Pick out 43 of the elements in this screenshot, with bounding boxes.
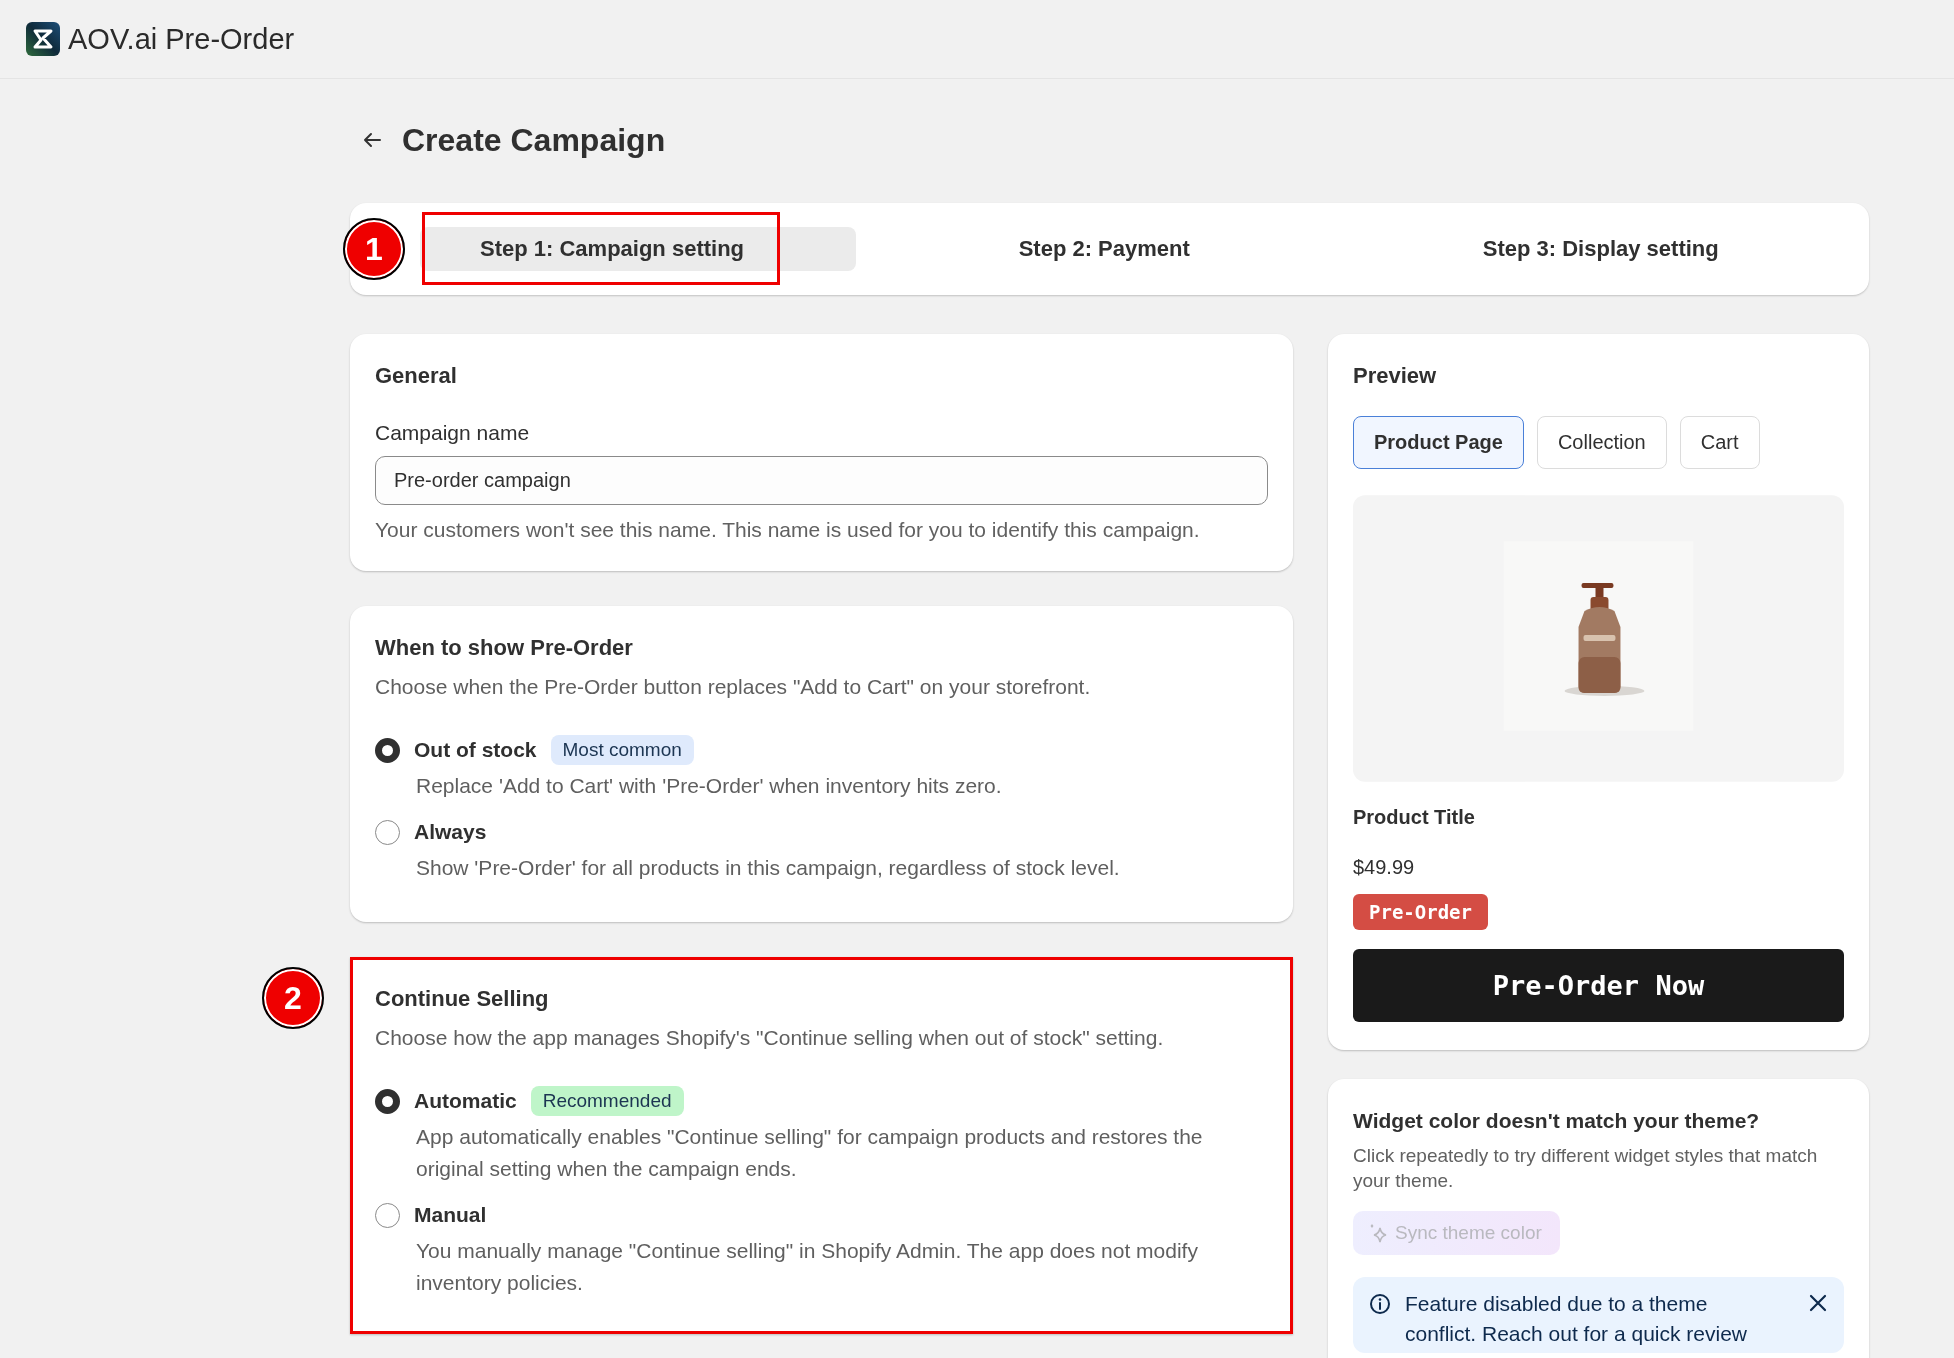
option-label: Always: [414, 820, 487, 844]
app-title: AOV.ai Pre-Order: [68, 22, 295, 56]
step-tab[interactable]: Step 2: Payment: [1018, 227, 1190, 271]
product-price: $49.99: [1353, 855, 1416, 880]
card-title: General: [375, 362, 458, 390]
section-description: Choose how the app manages Shopify's "Continue selling when out of stock" setting.: [375, 1025, 1165, 1051]
info-icon: [1369, 1293, 1391, 1315]
radio-button[interactable]: [375, 1202, 400, 1228]
option-description: You manually manage "Continue selling" in Shopify Admin. The app does not modify inventory policies.: [415, 1238, 1199, 1296]
pre-order-button[interactable]: Pre-Order Now: [1353, 949, 1844, 1022]
card-title: Continue Selling: [375, 985, 550, 1013]
input-field[interactable]: Pre-order campaign: [375, 456, 1268, 505]
option-description: Show 'Pre-Order' for all products in this campaign, regardless of stock level.: [415, 855, 1121, 881]
option-description: App automatically enables "Continue selling" for campaign products and restores the original setting when the campaign ends.: [415, 1124, 1204, 1182]
badge: Recommended: [530, 1086, 684, 1116]
callout-marker: 1: [343, 218, 405, 280]
step-tab[interactable]: Step 3: Display setting: [1482, 227, 1719, 271]
radio-button[interactable]: [375, 737, 400, 763]
step-tab[interactable]: Step 1: Campaign setting: [420, 227, 856, 271]
option-description: Replace 'Add to Cart' with 'Pre-Order' when inventory hits zero.: [415, 773, 1003, 799]
field-label: Campaign name: [375, 420, 531, 446]
banner-text: Feature disabled due to a theme conflict. Reach out for a quick review: [1405, 1291, 1748, 1347]
pre-order-badge: Pre-Order: [1353, 894, 1488, 930]
page-title: Create Campaign: [402, 121, 666, 159]
option-label: Manual: [414, 1203, 487, 1227]
option-label: Automatic: [414, 1089, 517, 1113]
badge: Most common: [550, 735, 694, 765]
help-text: Your customers won't see this name. This name is used for you to identify this campaign.: [375, 517, 1201, 543]
radio-button[interactable]: [375, 819, 400, 845]
preview-tab[interactable]: Collection: [1536, 416, 1667, 469]
option-label: Out of stock: [414, 738, 537, 762]
close-icon: [1808, 1293, 1828, 1313]
product-title: Product Title: [1353, 805, 1476, 830]
preview-tab[interactable]: Cart: [1679, 416, 1760, 469]
preview-tab[interactable]: Product Page: [1353, 416, 1524, 469]
section-description: Choose when the Pre-Order button replaces "Add to Cart" on your storefront.: [375, 674, 1092, 700]
card-title: When to show Pre-Order: [375, 634, 634, 662]
card-title: Widget color doesn't match your theme?: [1353, 1108, 1761, 1134]
callout-marker: 2: [262, 967, 324, 1029]
logo-icon: [26, 22, 60, 56]
widget-description: Click repeatedly to try different widget styles that match your theme.: [1353, 1144, 1819, 1193]
card-title: Preview: [1353, 362, 1438, 390]
radio-button[interactable]: [375, 1088, 400, 1114]
